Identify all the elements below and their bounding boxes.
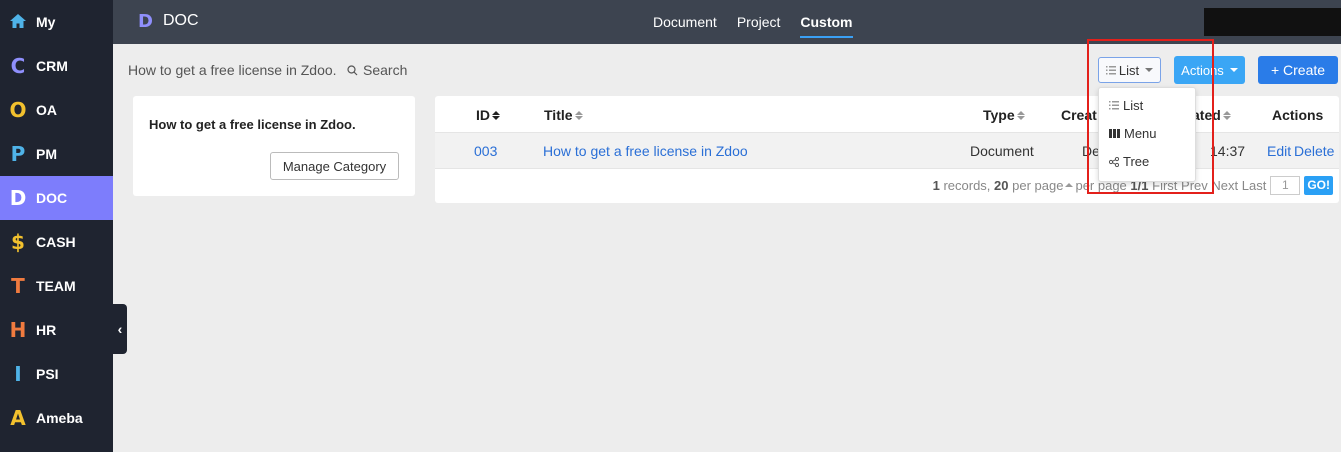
column-actions: Actions xyxy=(1272,107,1323,123)
pager-last[interactable]: Last xyxy=(1242,178,1267,193)
sidebar-item-crm[interactable]: C CRM xyxy=(0,44,113,88)
hr-icon: H xyxy=(9,318,27,342)
page-number-input[interactable]: 1 xyxy=(1270,176,1301,195)
per-page-text[interactable]: per page xyxy=(1012,178,1063,193)
tab-document[interactable]: Document xyxy=(653,0,717,38)
topbar: D DOC Document Project Custom xyxy=(113,0,1341,44)
column-actions-label: Actions xyxy=(1272,107,1324,123)
records-count: 1 xyxy=(932,178,940,193)
chevron-left-icon: ‹ xyxy=(117,321,123,337)
records-text: records, xyxy=(943,178,991,193)
category-title: How to get a free license in Zdoo. xyxy=(149,117,356,132)
annotation-highlight-box xyxy=(1087,39,1214,194)
sidebar-item-label: CASH xyxy=(36,234,76,250)
sidebar-item-label: DOC xyxy=(36,190,68,206)
sidebar-collapse-button[interactable]: ‹ xyxy=(113,304,127,354)
pm-icon: P xyxy=(10,142,26,166)
psi-icon: I xyxy=(14,362,22,386)
sort-icon xyxy=(574,110,583,120)
manage-category-button[interactable]: Manage Category xyxy=(270,152,399,180)
column-id-label: ID xyxy=(476,107,490,123)
doc-logo-icon: D xyxy=(138,11,153,32)
sidebar-item-label: PSI xyxy=(36,366,59,382)
column-title-label: Title xyxy=(544,107,573,123)
sidebar-item-doc[interactable]: D DOC xyxy=(0,176,113,220)
search-button[interactable]: Search xyxy=(347,62,407,78)
sidebar-item-label: Ameba xyxy=(36,410,83,426)
column-title[interactable]: Title xyxy=(544,107,583,123)
search-label: Search xyxy=(363,62,408,78)
doc-icon: D xyxy=(9,186,27,210)
per-page-count[interactable]: 20 xyxy=(994,178,1008,193)
sort-icon xyxy=(1222,110,1231,120)
column-id[interactable]: ID xyxy=(476,107,500,123)
ameba-icon: A xyxy=(10,406,26,430)
oa-icon: O xyxy=(9,98,27,122)
sort-icon xyxy=(492,110,500,120)
column-type[interactable]: Type xyxy=(983,107,1025,123)
sidebar: My C CRM O OA P PM D DOC $ CASH T TEAM H… xyxy=(0,0,113,452)
caret-down-icon xyxy=(1229,68,1238,72)
sidebar-item-team[interactable]: T TEAM xyxy=(0,264,113,308)
cash-icon: $ xyxy=(11,230,25,254)
column-type-label: Type xyxy=(983,107,1015,123)
category-panel: How to get a free license in Zdoo. Manag… xyxy=(133,96,415,196)
tab-custom[interactable]: Custom xyxy=(800,0,853,38)
app-title: DOC xyxy=(163,12,199,29)
sidebar-item-psi[interactable]: I PSI xyxy=(0,352,113,396)
pager-next[interactable]: Next xyxy=(1211,178,1238,193)
team-icon: T xyxy=(11,274,25,298)
row-title-link[interactable]: How to get a free license in Zdoo xyxy=(543,143,748,159)
home-icon xyxy=(0,10,36,34)
search-icon xyxy=(347,64,358,75)
sidebar-item-label: My xyxy=(36,14,56,30)
row-edit-link[interactable]: Edit xyxy=(1267,143,1291,159)
go-button[interactable]: GO! xyxy=(1304,176,1333,195)
create-label: + Create xyxy=(1270,62,1326,78)
per-page-caret-icon xyxy=(1065,183,1074,188)
create-button[interactable]: + Create xyxy=(1258,56,1338,84)
sidebar-item-ameba[interactable]: A Ameba xyxy=(0,396,113,440)
sidebar-item-pm[interactable]: P PM xyxy=(0,132,113,176)
row-delete-link[interactable]: Delete xyxy=(1294,143,1334,159)
sidebar-item-label: PM xyxy=(36,146,57,162)
sidebar-item-label: OA xyxy=(36,102,57,118)
sidebar-item-my[interactable]: My xyxy=(0,0,113,44)
row-type: Document xyxy=(970,143,1034,159)
sidebar-item-label: CRM xyxy=(36,58,68,74)
crm-icon: C xyxy=(10,54,26,78)
tab-project[interactable]: Project xyxy=(737,0,781,38)
user-menu[interactable] xyxy=(1204,8,1341,36)
sidebar-item-oa[interactable]: O OA xyxy=(0,88,113,132)
row-id-link[interactable]: 003 xyxy=(474,143,497,159)
sidebar-item-label: HR xyxy=(36,322,57,338)
sidebar-item-hr[interactable]: H HR xyxy=(0,308,113,352)
breadcrumb[interactable]: How to get a free license in Zdoo. xyxy=(128,62,337,78)
sort-icon xyxy=(1016,110,1025,120)
main-nav: Document Project Custom xyxy=(653,0,873,44)
row-edited: 14:37 xyxy=(1210,143,1246,159)
sidebar-item-cash[interactable]: $ CASH xyxy=(0,220,113,264)
sidebar-item-label: TEAM xyxy=(36,278,76,294)
